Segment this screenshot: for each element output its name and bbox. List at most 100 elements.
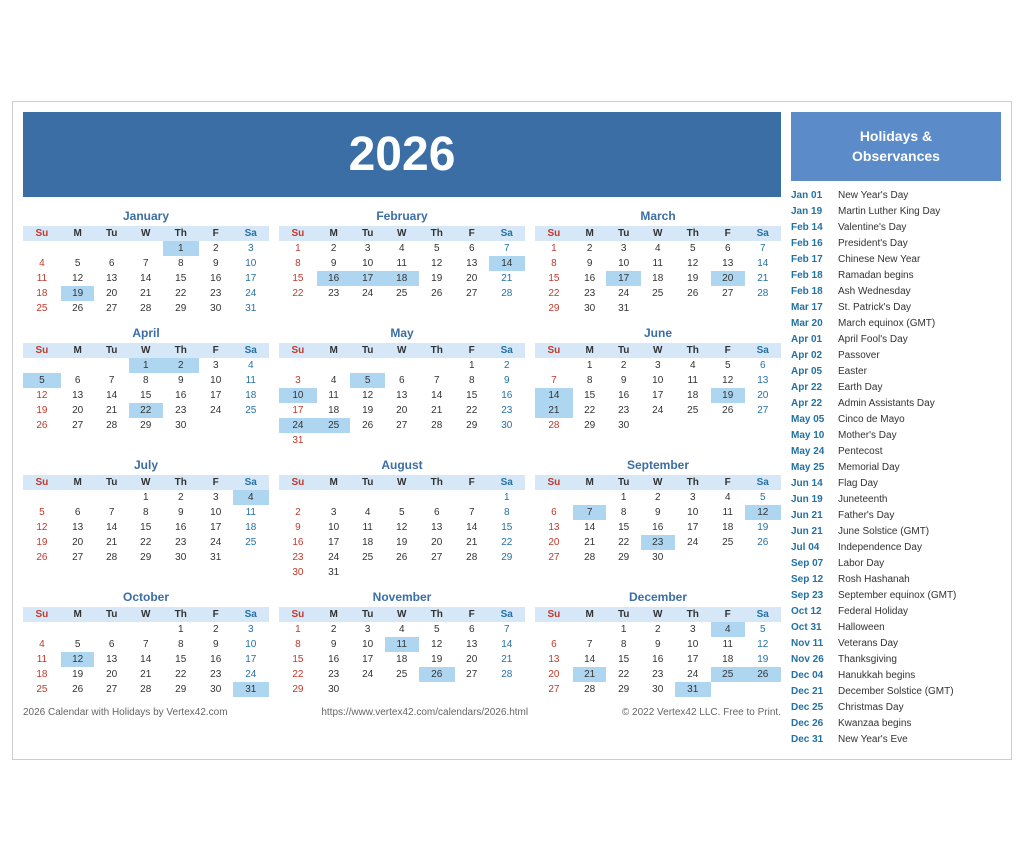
calendar-day: 24 [606, 286, 641, 301]
calendar-day: 19 [350, 403, 385, 418]
calendar-day: 27 [61, 418, 95, 433]
calendar-day [419, 490, 455, 505]
calendar-day: 12 [675, 256, 711, 271]
calendar-day: 2 [199, 622, 233, 637]
footer-right: © 2022 Vertex42 LLC. Free to Print. [622, 707, 781, 718]
holiday-name: Christmas Day [838, 701, 904, 714]
day-header-f: F [199, 226, 233, 241]
calendar-day: 25 [23, 301, 61, 316]
calendar-day: 24 [350, 286, 385, 301]
calendar-day: 29 [573, 418, 607, 433]
calendar-day: 26 [745, 535, 781, 550]
calendar-day: 5 [61, 637, 95, 652]
calendar-day: 9 [317, 256, 351, 271]
calendar-day: 25 [711, 535, 745, 550]
holiday-date: Apr 22 [791, 397, 833, 410]
calendar-day [279, 358, 317, 373]
day-header-w: W [385, 607, 419, 622]
calendar-day: 7 [419, 373, 455, 388]
calendar-day: 30 [573, 301, 607, 316]
calendar-day [61, 358, 95, 373]
calendar-day: 15 [163, 652, 199, 667]
calendar-day: 6 [711, 241, 745, 256]
holiday-date: Jan 01 [791, 189, 833, 202]
day-header-sa: Sa [489, 607, 525, 622]
month-february: FebruarySuMTuWThFSa123456789101112131415… [279, 209, 525, 316]
calendar-day [61, 622, 95, 637]
calendar-day [711, 418, 745, 433]
holiday-item: Mar 20March equinox (GMT) [791, 317, 1001, 330]
calendar-day [641, 418, 675, 433]
calendar-day [419, 358, 455, 373]
day-header-f: F [711, 475, 745, 490]
holiday-name: Earth Day [838, 381, 882, 394]
day-header-th: Th [675, 607, 711, 622]
holiday-name: Halloween [838, 621, 885, 634]
calendar-day: 18 [385, 271, 419, 286]
calendar-day: 17 [279, 403, 317, 418]
calendar-day: 25 [233, 403, 269, 418]
calendar-day: 1 [455, 358, 489, 373]
calendar-day: 10 [606, 256, 641, 271]
day-header-tu: Tu [350, 226, 385, 241]
calendar-day: 24 [279, 418, 317, 433]
calendar-day: 10 [233, 637, 269, 652]
day-header-f: F [455, 475, 489, 490]
day-header-m: M [61, 226, 95, 241]
calendar-day: 18 [675, 388, 711, 403]
calendar-day: 12 [23, 520, 61, 535]
year-header: 2026 [23, 112, 781, 197]
calendar-day: 10 [350, 637, 385, 652]
holiday-name: Passover [838, 349, 880, 362]
holiday-name: Martin Luther King Day [838, 205, 940, 218]
calendar-day: 10 [199, 505, 233, 520]
holiday-name: Thanksgiving [838, 653, 897, 666]
calendar-day [94, 358, 129, 373]
calendar-day [385, 490, 419, 505]
calendar-day: 4 [23, 256, 61, 271]
calendar-day: 16 [279, 535, 317, 550]
calendar-day: 6 [455, 622, 489, 637]
holiday-item: Dec 25Christmas Day [791, 701, 1001, 714]
calendar-day: 23 [163, 535, 199, 550]
calendar-day: 2 [199, 241, 233, 256]
day-header-su: Su [279, 226, 317, 241]
calendar-day: 5 [23, 505, 61, 520]
calendar-day: 6 [94, 256, 129, 271]
day-header-su: Su [23, 475, 61, 490]
month-december: DecemberSuMTuWThFSa123456789101112131415… [535, 590, 781, 697]
calendar-day: 1 [489, 490, 525, 505]
page: 2026 JanuarySuMTuWThFSa12345678910111213… [12, 101, 1012, 760]
calendar-day [350, 358, 385, 373]
day-header-f: F [711, 343, 745, 358]
holidays-sidebar: Holidays &Observances Jan 01New Year's D… [791, 112, 1001, 749]
calendar-day: 2 [317, 622, 351, 637]
holiday-name: Ramadan begins [838, 269, 914, 282]
holiday-name: September equinox (GMT) [838, 589, 956, 602]
calendar-day: 16 [317, 271, 351, 286]
day-header-f: F [455, 226, 489, 241]
calendar-day: 8 [279, 256, 317, 271]
day-header-m: M [317, 226, 351, 241]
month-march: MarchSuMTuWThFSa123456789101112131415161… [535, 209, 781, 316]
holiday-item: Feb 16President's Day [791, 237, 1001, 250]
calendar-day: 25 [350, 550, 385, 565]
calendar-day: 14 [94, 520, 129, 535]
calendar-day: 20 [455, 271, 489, 286]
calendar-day: 13 [745, 373, 781, 388]
calendar-day [573, 490, 607, 505]
calendar-day [233, 418, 269, 433]
holiday-item: Dec 26Kwanzaa begins [791, 717, 1001, 730]
month-october: OctoberSuMTuWThFSa1234567891011121314151… [23, 590, 269, 697]
calendar-day: 10 [317, 520, 351, 535]
calendar-day: 11 [23, 652, 61, 667]
holiday-date: Feb 14 [791, 221, 833, 234]
calendar-day [489, 433, 525, 448]
calendar-day: 13 [61, 388, 95, 403]
holiday-item: Sep 07Labor Day [791, 557, 1001, 570]
calendar-day [745, 418, 781, 433]
holiday-date: May 25 [791, 461, 833, 474]
calendar-day: 27 [711, 286, 745, 301]
calendar-day: 25 [23, 682, 61, 697]
holiday-date: Nov 26 [791, 653, 833, 666]
